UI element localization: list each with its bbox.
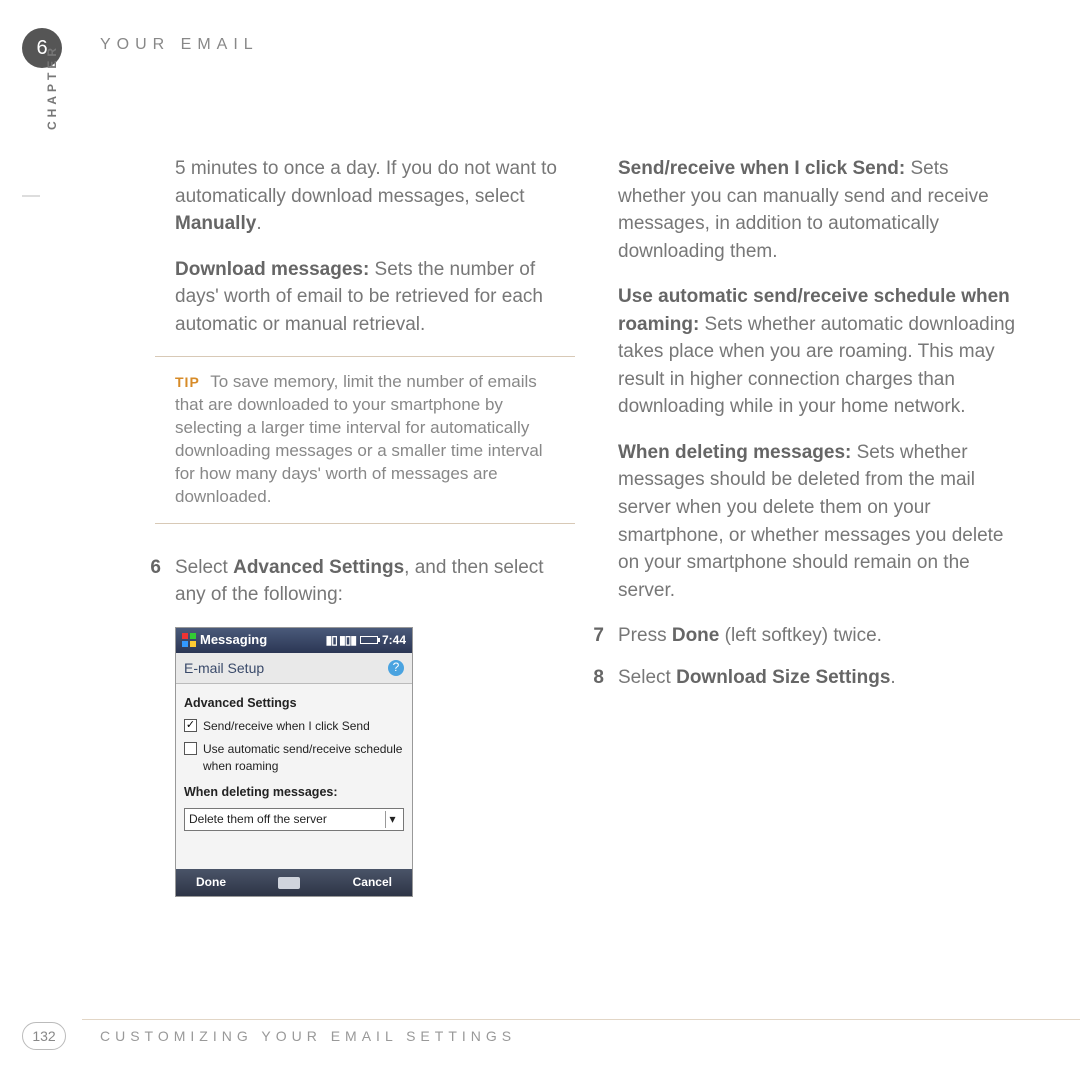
checkbox-icon[interactable] [184,719,197,732]
checkbox-label: Send/receive when I click Send [203,718,370,735]
battery-icon [360,636,378,644]
screenshot-softkey-bar: Done Cancel [176,869,412,896]
step-number: 7 [588,622,618,650]
chapter-vertical-label: CHAPTER [45,44,59,130]
text: Sets whether messages should be deleted … [618,442,1004,601]
checkbox-row-roaming[interactable]: Use automatic send/receive schedule when… [184,741,404,776]
page-number-badge: 132 [22,1022,66,1050]
screenshot-titlebar: Messaging ▮▯ ▮▯▮ 7:44 [176,628,412,653]
checkbox-label: Use automatic send/receive schedule when… [203,741,404,776]
dropdown-value: Delete them off the server [189,811,327,828]
clock: 7:44 [382,632,406,649]
text: (left softkey) twice. [719,625,882,646]
done-label: Done [672,625,720,646]
chevron-down-icon[interactable]: ▾ [385,811,399,828]
windows-icon [182,633,196,647]
step-number: 6 [145,554,175,897]
text: . [256,213,261,234]
text: 5 minutes to once a day. If you do not w… [175,158,557,207]
download-messages-label: Download messages: [175,259,369,280]
header-title: YOUR EMAIL [100,36,259,54]
step-7: 7 Press Done (left softkey) twice. [618,622,1018,650]
tip-text: To save memory, limit the number of emai… [175,372,543,506]
text: Select [618,667,676,688]
screenshot-subtitle-bar: E-mail Setup ? [176,653,412,684]
screenshot-body: Advanced Settings Send/receive when I cl… [176,684,412,869]
step-8: 8 Select Download Size Settings. [618,664,1018,692]
status-icons: ▮▯ ▮▯▮ 7:44 [326,632,406,649]
tip-label: TIP [175,374,200,390]
when-deleting-label: When deleting messages: [618,442,851,463]
delete-option-dropdown[interactable]: Delete them off the server ▾ [184,808,404,831]
screenshot: Messaging ▮▯ ▮▯▮ 7:44 E-mail Setup ? A [175,627,413,897]
keyboard-icon[interactable] [278,877,300,889]
checkbox-icon[interactable] [184,742,197,755]
right-para-3: When deleting messages: Sets whether mes… [618,439,1018,604]
footer-title: CUSTOMIZING YOUR EMAIL SETTINGS [100,1028,516,1044]
screenshot-title: Messaging [200,631,267,650]
right-para-1: Send/receive when I click Send: Sets whe… [618,155,1018,265]
download-size-settings-label: Download Size Settings [676,667,890,688]
advanced-settings-heading: Advanced Settings [184,694,404,712]
signal-icon: ▮▯ ▮▯▮ [326,632,356,649]
help-icon[interactable]: ? [388,660,404,676]
text: Press [618,625,672,646]
softkey-done[interactable]: Done [196,874,226,891]
left-para-1: 5 minutes to once a day. If you do not w… [175,155,575,238]
tip-box: TIP To save memory, limit the number of … [155,356,575,524]
right-para-2: Use automatic send/receive schedule when… [618,283,1018,421]
text: Select [175,557,233,578]
left-para-2: Download messages: Sets the number of da… [175,256,575,339]
text: . [890,667,895,688]
step-6: 6 Select Advanced Settings, and then sel… [175,554,575,897]
advanced-settings-label: Advanced Settings [233,557,404,578]
screenshot-subtitle: E-mail Setup [184,658,264,678]
when-deleting-heading: When deleting messages: [184,783,404,801]
softkey-cancel[interactable]: Cancel [353,874,392,891]
footer-rule [82,1019,1080,1020]
checkbox-row-send-receive[interactable]: Send/receive when I click Send [184,718,404,735]
side-rule [22,195,40,197]
send-receive-label: Send/receive when I click Send: [618,158,905,179]
manually-label: Manually [175,213,256,234]
step-number: 8 [588,664,618,692]
